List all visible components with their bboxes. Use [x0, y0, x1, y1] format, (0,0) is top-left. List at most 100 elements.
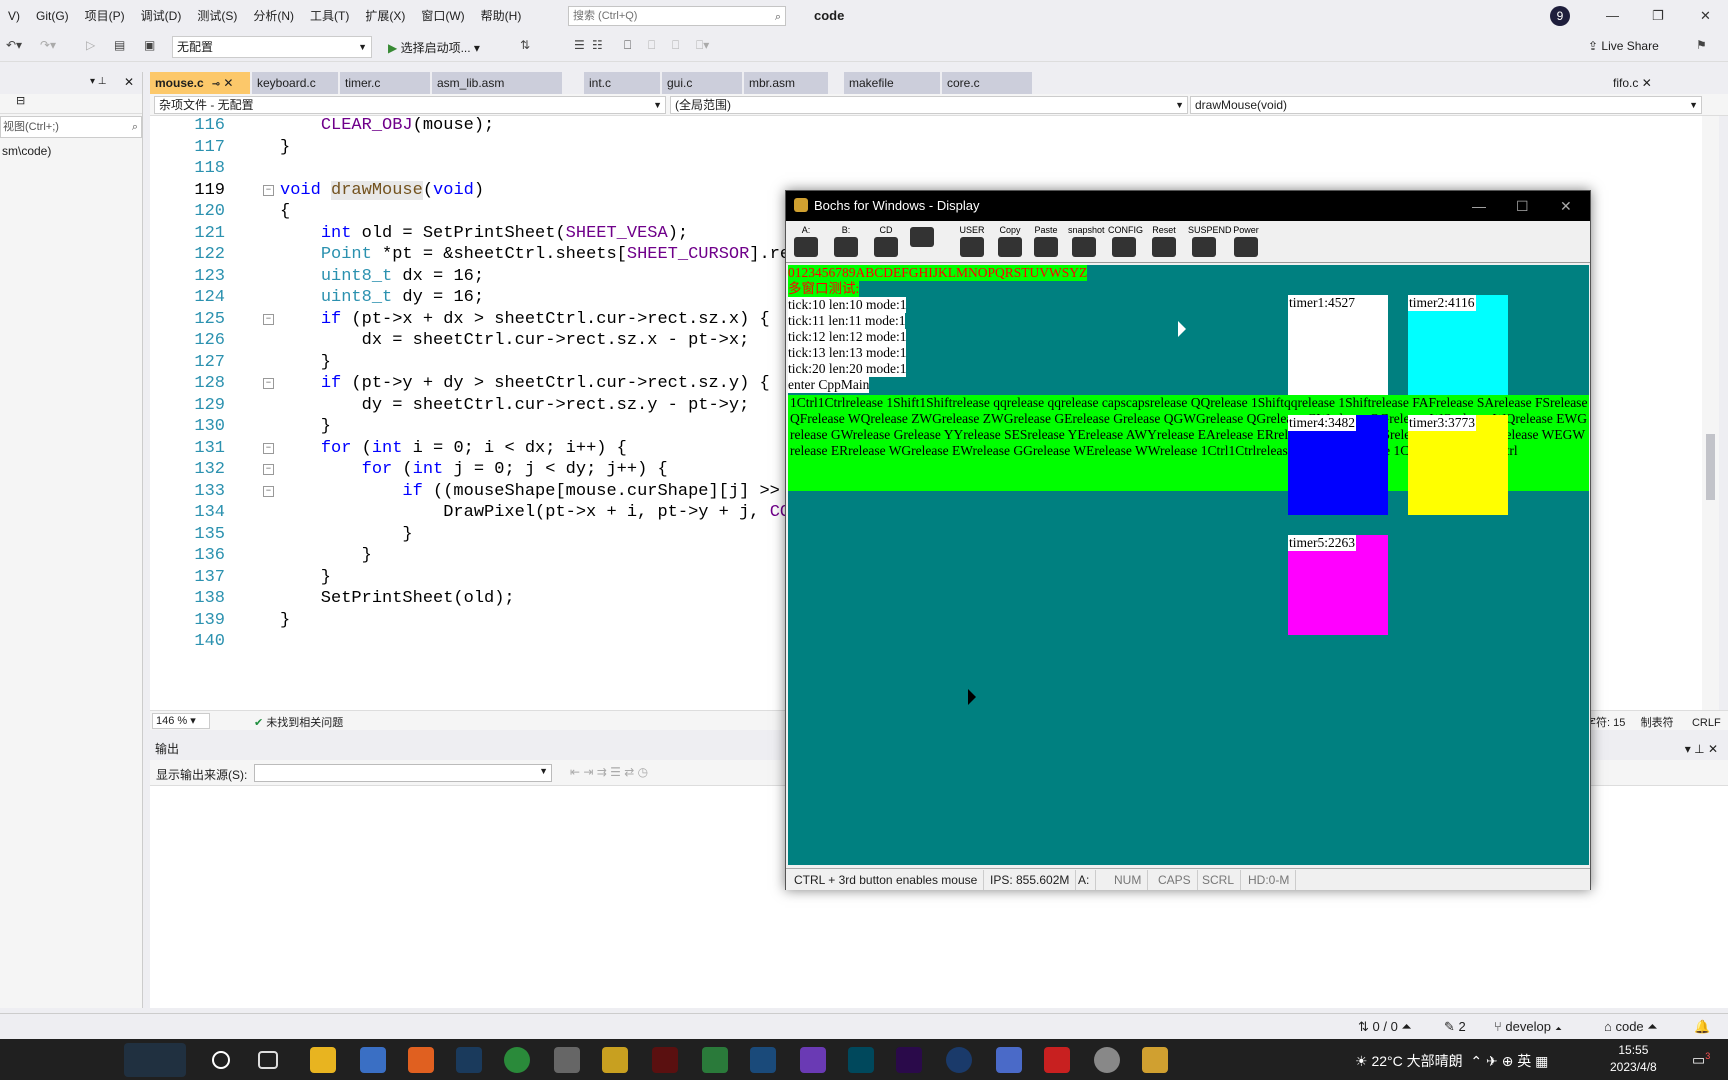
navigate-icon[interactable]: ▷: [86, 38, 95, 52]
bookmark-next-icon[interactable]: ⎕: [672, 38, 679, 53]
output-source-dropdown[interactable]: ▼: [254, 764, 552, 782]
sync-indicator[interactable]: ⇅ 0 / 0 ⏶: [1358, 1019, 1412, 1035]
code-line[interactable]: for (int i = 0; i < dx; i++) {: [280, 437, 627, 460]
indent-icon[interactable]: ☰: [574, 38, 585, 52]
minimize-icon[interactable]: —: [1606, 8, 1619, 23]
code-line[interactable]: }: [280, 351, 331, 374]
code-line[interactable]: }: [280, 566, 331, 589]
start-button[interactable]: ▶ 选择启动项... ▾: [388, 39, 480, 56]
edits-indicator[interactable]: ✎ 2: [1444, 1019, 1466, 1035]
code-line[interactable]: if (pt->x + dx > sheetCtrl.cur->rect.sz.…: [280, 308, 770, 331]
code-line[interactable]: }: [280, 544, 372, 567]
app-icon-6[interactable]: [946, 1047, 972, 1073]
database-icon[interactable]: [554, 1047, 580, 1073]
app-icon-4[interactable]: [702, 1047, 728, 1073]
bochs-tool-6[interactable]: Paste: [1030, 225, 1062, 259]
bochs-tool-3[interactable]: [906, 225, 938, 259]
search-circle-icon[interactable]: [212, 1051, 230, 1069]
bochs-tool-1[interactable]: B:: [830, 225, 862, 259]
comment-icon[interactable]: ☷: [592, 38, 603, 52]
bochs-tool-9[interactable]: Reset: [1148, 225, 1180, 259]
bochs-tool-4[interactable]: USER: [956, 225, 988, 259]
menu-view[interactable]: V): [0, 0, 28, 32]
bochs-tool-2[interactable]: CD: [870, 225, 902, 259]
pin-icon[interactable]: ⊸: [212, 79, 220, 90]
tab-asm-lib[interactable]: asm_lib.asm: [432, 72, 562, 94]
close-icon[interactable]: ✕: [1700, 8, 1711, 24]
tab-gui-c[interactable]: gui.c: [662, 72, 742, 94]
mail-icon[interactable]: [360, 1047, 386, 1073]
app-icon-2[interactable]: [602, 1047, 628, 1073]
code-line[interactable]: for (int j = 0; j < dy; j++) {: [280, 458, 668, 481]
close-icon[interactable]: ✕: [1560, 191, 1572, 221]
chrome-icon[interactable]: [504, 1047, 530, 1073]
maximize-icon[interactable]: ❐: [1652, 8, 1664, 24]
code-line[interactable]: if (pt->y + dy > sheetCtrl.cur->rect.sz.…: [280, 372, 770, 395]
save-icon[interactable]: ▣: [144, 38, 155, 52]
menu-extensions[interactable]: 扩展(X): [357, 0, 413, 32]
bochs-tool-7[interactable]: snapshot: [1068, 225, 1105, 259]
bookmark-clear-icon[interactable]: ⎕▾: [696, 38, 709, 53]
code-line[interactable]: void drawMouse(void): [280, 179, 484, 202]
code-line[interactable]: DrawPixel(pt->x + i, pt->y + j, COLOR: [280, 501, 820, 524]
bochs-tool-8[interactable]: CONFIG: [1108, 225, 1143, 259]
timer-window[interactable]: timer2:4116: [1408, 295, 1508, 395]
output-tools-icons[interactable]: ⇤ ⇥ ⇉ ☰ ⇄ ◷: [570, 765, 648, 779]
app-icon-9[interactable]: [1094, 1047, 1120, 1073]
zoom-dropdown[interactable]: 146 % ▾: [152, 713, 210, 729]
bochs-tool-11[interactable]: Power: [1230, 225, 1262, 259]
tab-mbr-asm[interactable]: mbr.asm: [744, 72, 828, 94]
code-line[interactable]: {: [280, 200, 290, 223]
panel-close-icon[interactable]: ✕: [124, 75, 134, 89]
tab-fifo-c[interactable]: fifo.c ✕: [1608, 72, 1708, 94]
branch-indicator[interactable]: ⑂ develop ⏶: [1494, 1019, 1562, 1034]
member-dropdown[interactable]: drawMouse(void) ▼: [1190, 96, 1702, 114]
close-icon[interactable]: ✕: [223, 76, 233, 90]
file-scope-dropdown[interactable]: 杂项文件 - 无配置 ▼: [154, 96, 666, 114]
code-line[interactable]: dy = sheetCtrl.cur->rect.sz.y - pt->y;: [280, 394, 750, 417]
fold-toggle-icon[interactable]: −: [263, 442, 274, 454]
redo-icon[interactable]: ↷▾: [40, 38, 56, 52]
code-line[interactable]: }: [280, 609, 290, 632]
timer-window[interactable]: timer3:3773: [1408, 415, 1508, 515]
code-line[interactable]: SetPrintSheet(old);: [280, 587, 515, 610]
menu-tools[interactable]: 工具(T): [302, 0, 357, 32]
code-line[interactable]: }: [280, 136, 290, 159]
repo-indicator[interactable]: ⌂ code ⏶: [1604, 1019, 1658, 1035]
notification-center-icon[interactable]: ▭3: [1692, 1051, 1710, 1069]
steam-icon[interactable]: [456, 1047, 482, 1073]
tab-core-c[interactable]: core.c: [942, 72, 1032, 94]
feedback-icon[interactable]: ⚑: [1696, 38, 1707, 52]
menu-window[interactable]: 窗口(W): [413, 0, 472, 32]
bochs-tool-10[interactable]: SUSPEND: [1188, 225, 1232, 259]
menu-debug[interactable]: 调试(D): [133, 0, 190, 32]
maximize-icon[interactable]: ☐: [1516, 191, 1529, 221]
tab-mouse-c[interactable]: mouse.c ⊸ ✕: [150, 72, 250, 94]
menu-git[interactable]: Git(G): [28, 0, 77, 32]
toolbar-icon-a[interactable]: ⇅: [520, 38, 530, 52]
app-icon-3[interactable]: [652, 1047, 678, 1073]
tab-mode[interactable]: 制表符: [1641, 717, 1674, 729]
code-line[interactable]: dx = sheetCtrl.cur->rect.sz.x - pt->x;: [280, 329, 750, 352]
code-line[interactable]: int old = SetPrintSheet(SHEET_VESA);: [280, 222, 688, 245]
solution-path[interactable]: sm\code): [0, 140, 142, 162]
weather-widget[interactable]: ☀ 22°C 大部晴朗 ⌃ ✈ ⊕ 英 ▦: [1355, 1051, 1548, 1071]
code-line[interactable]: uint8_t dy = 16;: [280, 286, 484, 309]
fold-toggle-icon[interactable]: −: [263, 378, 274, 389]
live-share-button[interactable]: ⇪ Live Share: [1588, 39, 1659, 53]
tab-int-c[interactable]: int.c: [584, 72, 660, 94]
bochs-tool-0[interactable]: A:: [790, 225, 822, 259]
scrollbar-thumb[interactable]: [1706, 434, 1715, 500]
audition-icon[interactable]: [848, 1047, 874, 1073]
app-icon-1[interactable]: [408, 1047, 434, 1073]
task-view-icon[interactable]: [258, 1051, 278, 1069]
eol-mode[interactable]: CRLF: [1692, 717, 1721, 729]
emulator-screen[interactable]: 0123456789ABCDEFGHIJKLMNOPQRSTUVWSYZ 多窗口测…: [788, 265, 1589, 865]
fold-toggle-icon[interactable]: −: [263, 485, 274, 497]
menu-test[interactable]: 测试(S): [189, 0, 245, 32]
collapse-icon[interactable]: ⊟: [16, 95, 25, 107]
timer-window[interactable]: timer4:3482: [1288, 415, 1388, 515]
app-icon-5[interactable]: [750, 1047, 776, 1073]
widgets-icon[interactable]: [124, 1043, 186, 1077]
fold-toggle-icon[interactable]: −: [263, 464, 274, 475]
